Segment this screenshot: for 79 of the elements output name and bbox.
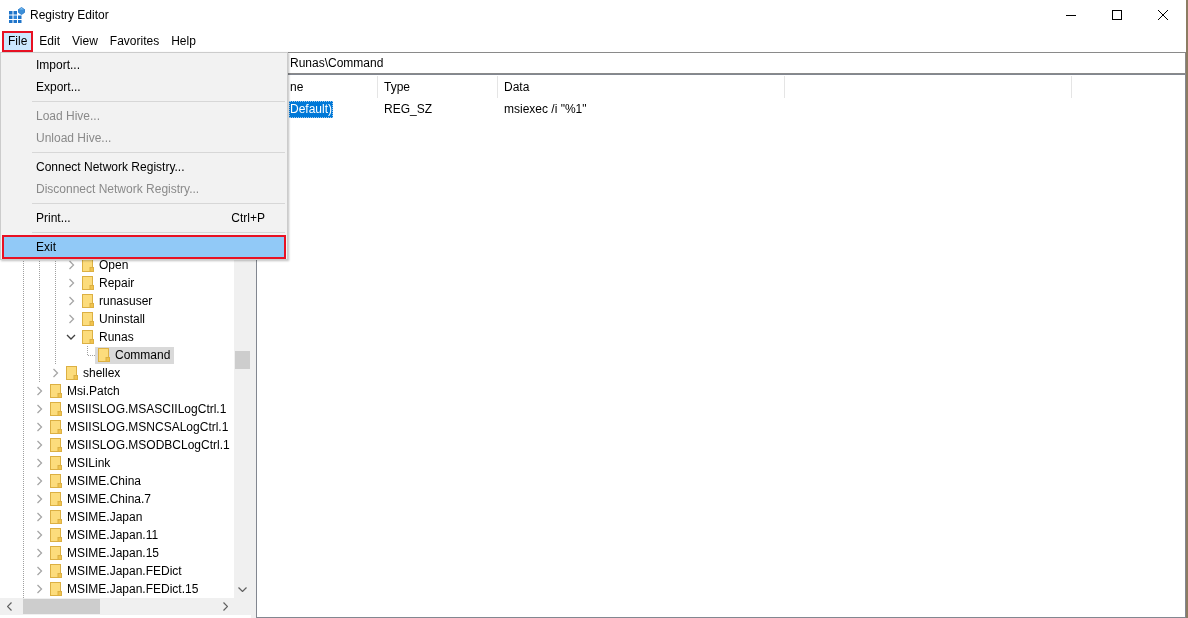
tree-item[interactable]: MSIME.Japan.FEDict.15 bbox=[47, 580, 203, 598]
folder-icon bbox=[48, 527, 64, 543]
scrollbar-thumb[interactable] bbox=[23, 599, 100, 614]
chevron-right-icon[interactable] bbox=[51, 368, 59, 378]
chevron-right-icon[interactable] bbox=[35, 386, 43, 396]
chevron-down-icon[interactable] bbox=[66, 333, 76, 341]
folder-icon bbox=[80, 311, 96, 327]
chevron-right-icon[interactable] bbox=[35, 458, 43, 468]
menu-item[interactable]: Exit bbox=[3, 236, 285, 258]
folder-icon bbox=[80, 329, 96, 345]
chevron-right-icon[interactable] bbox=[67, 314, 75, 324]
folder-icon bbox=[48, 419, 64, 435]
menu-item[interactable]: Edit bbox=[33, 30, 67, 52]
tree-item[interactable]: MSILink bbox=[47, 454, 115, 472]
value-name[interactable]: Default) bbox=[289, 100, 334, 118]
scroll-down-icon[interactable] bbox=[238, 587, 247, 592]
folder-icon bbox=[48, 401, 64, 417]
chevron-right-icon[interactable] bbox=[67, 278, 75, 288]
folder-icon bbox=[48, 563, 64, 579]
close-icon bbox=[1158, 10, 1168, 20]
column-header[interactable]: Type bbox=[378, 76, 498, 98]
chevron-right-icon[interactable] bbox=[35, 530, 43, 540]
app-icon bbox=[9, 7, 25, 23]
maximize-icon bbox=[1112, 10, 1122, 20]
menu-item[interactable]: View bbox=[66, 30, 104, 52]
tree-item[interactable]: MSIME.China.7 bbox=[47, 490, 156, 508]
tree-item[interactable]: MSIISLOG.MSNCSALogCtrl.1 bbox=[47, 418, 233, 436]
tree-item[interactable]: Repair bbox=[79, 274, 139, 292]
folder-icon bbox=[48, 455, 64, 471]
folder-icon bbox=[48, 383, 64, 399]
folder-icon bbox=[48, 581, 64, 597]
scroll-left-icon[interactable] bbox=[7, 602, 12, 611]
tree-item[interactable]: runasuser bbox=[79, 292, 157, 310]
chevron-right-icon[interactable] bbox=[35, 512, 43, 522]
tree-item[interactable]: MSIME.China bbox=[47, 472, 146, 490]
chevron-right-icon[interactable] bbox=[35, 548, 43, 558]
chevron-right-icon[interactable] bbox=[35, 440, 43, 450]
chevron-right-icon[interactable] bbox=[35, 422, 43, 432]
folder-icon bbox=[48, 473, 64, 489]
folder-icon bbox=[64, 365, 80, 381]
table-cell-text: REG_SZ bbox=[383, 101, 433, 118]
window-title: Registry Editor bbox=[30, 7, 109, 24]
tree-item[interactable]: MSIME.Japan.FEDict bbox=[47, 562, 186, 580]
folder-icon bbox=[80, 275, 96, 291]
chevron-right-icon[interactable] bbox=[35, 494, 43, 504]
tree-item[interactable]: MSIME.Japan.15 bbox=[47, 544, 164, 562]
tree-item[interactable]: MSIISLOG.MSODBCLogCtrl.1 bbox=[47, 436, 234, 454]
folder-icon bbox=[80, 293, 96, 309]
shortcut-label: Ctrl+P bbox=[231, 210, 265, 227]
folder-icon bbox=[48, 545, 64, 561]
tree-item[interactable]: Command bbox=[95, 346, 175, 364]
tree-item[interactable]: MSIISLOG.MSASCIILogCtrl.1 bbox=[47, 400, 231, 418]
chevron-right-icon[interactable] bbox=[35, 404, 43, 414]
menu-item[interactable]: File bbox=[2, 30, 34, 52]
tree-item[interactable]: shellex bbox=[63, 364, 125, 382]
menu-item[interactable]: Help bbox=[165, 30, 202, 52]
menu-item[interactable]: Favorites bbox=[103, 30, 166, 52]
chevron-right-icon[interactable] bbox=[35, 584, 43, 594]
column-header[interactable]: Data bbox=[498, 76, 785, 98]
tree-item[interactable]: MSIME.Japan.11 bbox=[47, 526, 163, 544]
tree-item[interactable]: Msi.Patch bbox=[47, 382, 124, 400]
table-cell-text: msiexec /i "%1" bbox=[503, 101, 588, 118]
tree-item[interactable]: Runas bbox=[79, 328, 138, 346]
chevron-right-icon[interactable] bbox=[67, 296, 75, 306]
folder-icon bbox=[48, 491, 64, 507]
chevron-right-icon[interactable] bbox=[67, 260, 75, 270]
folder-icon bbox=[48, 509, 64, 525]
minimize-icon bbox=[1066, 14, 1076, 16]
scrollbar-thumb[interactable] bbox=[235, 351, 250, 369]
chevron-right-icon[interactable] bbox=[35, 476, 43, 486]
folder-icon bbox=[96, 347, 112, 363]
tree-item[interactable]: Uninstall bbox=[79, 310, 150, 328]
scroll-right-icon[interactable] bbox=[223, 602, 228, 611]
menu-item[interactable]: Import... bbox=[3, 54, 285, 76]
menu-item[interactable]: Print... Ctrl+P bbox=[3, 207, 285, 229]
tree-item[interactable]: MSIME.Japan bbox=[47, 508, 147, 526]
menu-item[interactable]: Connect Network Registry... bbox=[3, 156, 285, 178]
folder-icon bbox=[48, 437, 64, 453]
chevron-right-icon[interactable] bbox=[35, 566, 43, 576]
